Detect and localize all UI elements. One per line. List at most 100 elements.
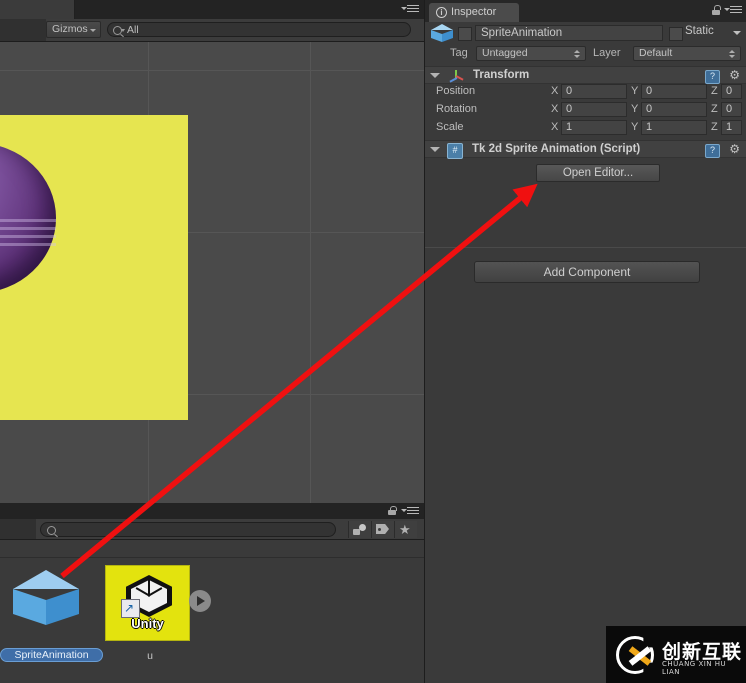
axis-y-label: Y — [631, 121, 639, 133]
row-label: Position — [436, 85, 476, 97]
star-icon: ★ — [399, 522, 411, 537]
watermark: 创新互联 CHUANG XIN HU LIAN — [606, 626, 746, 683]
left-column: Gizmos All ★ SpriteAnimation ↗ Unity u — [0, 0, 424, 683]
static-dropdown-chevron-down-icon[interactable] — [733, 31, 741, 35]
tag-label: Tag — [450, 47, 468, 59]
divider — [425, 247, 746, 248]
unity-editor-window: Gizmos All ★ SpriteAnimation ↗ Unity u i… — [0, 0, 746, 683]
preview-play-button[interactable] — [189, 590, 211, 612]
hamburger-menu-icon — [407, 507, 419, 516]
rotation-x-input[interactable]: 0 — [561, 102, 627, 117]
rotation-z-input[interactable]: 0 — [721, 102, 742, 117]
position-z-input[interactable]: 0 — [721, 84, 742, 99]
updown-chevron-icon — [574, 50, 581, 58]
axis-z-label: Z — [711, 85, 718, 97]
info-icon: i — [436, 7, 447, 18]
gameobject-active-checkbox[interactable] — [458, 27, 472, 41]
open-editor-button[interactable]: Open Editor... — [536, 164, 660, 182]
watermark-logo-icon — [616, 636, 654, 674]
row-label: Scale — [436, 121, 464, 133]
rotation-y-input[interactable]: 0 — [641, 102, 707, 117]
gear-icon[interactable]: ⚙ — [729, 69, 740, 82]
scene-search-input[interactable]: All — [107, 22, 411, 37]
position-y-input[interactable]: 0 — [641, 84, 707, 99]
tag-icon — [376, 524, 389, 534]
axis-x-label: X — [551, 85, 559, 97]
lock-icon[interactable] — [388, 506, 397, 515]
axis-z-label: Z — [711, 103, 718, 115]
project-toolbar-left-pad — [0, 519, 36, 539]
component-header-transform[interactable]: Transform ? ⚙ — [425, 66, 746, 84]
tab-inspector[interactable]: i Inspector — [429, 3, 519, 22]
project-panel-menu-button[interactable] — [399, 505, 421, 517]
filter-by-label-button[interactable] — [371, 521, 394, 538]
project-contents[interactable]: SpriteAnimation ↗ Unity u — [0, 540, 424, 683]
static-checkbox[interactable] — [669, 27, 683, 41]
asset-label[interactable]: u — [105, 650, 195, 662]
scale-y-input[interactable]: 1 — [641, 120, 707, 135]
add-component-button[interactable]: Add Component — [474, 261, 700, 283]
scene-search-value: All — [127, 24, 139, 36]
axis-x-label: X — [551, 103, 559, 115]
inspector-menu-button[interactable] — [722, 4, 744, 16]
transform-rotation-row: Rotation X 0 Y 0 Z 0 — [425, 102, 746, 119]
favorites-button[interactable]: ★ — [394, 521, 417, 538]
project-search-input[interactable] — [40, 522, 336, 537]
project-breadcrumb — [0, 540, 424, 558]
static-label: Static — [685, 25, 714, 37]
layer-label: Layer — [593, 47, 621, 59]
chevron-down-icon — [90, 29, 96, 32]
asset-label[interactable]: SpriteAnimation — [0, 648, 103, 662]
inspector-panel: i Inspector SpriteAnimation Static Tag U… — [424, 0, 746, 683]
help-icon[interactable]: ? — [705, 144, 720, 158]
chevron-down-icon — [121, 29, 125, 32]
script-icon: # — [447, 143, 463, 159]
watermark-pinyin-text: CHUANG XIN HU LIAN — [662, 660, 727, 676]
scene-viewport[interactable]: roid — [0, 42, 424, 503]
filter-by-type-button[interactable] — [348, 521, 371, 538]
scale-x-input[interactable]: 1 — [561, 120, 627, 135]
play-icon — [197, 596, 205, 606]
transform-scale-row: Scale X 1 Y 1 Z 1 — [425, 120, 746, 137]
scale-z-input[interactable]: 1 — [721, 120, 742, 135]
transform-position-row: Position X 0 Y 0 Z 0 — [425, 84, 746, 101]
scene-toolbar-left-pad — [0, 19, 46, 41]
type-filter-icon — [353, 524, 366, 535]
scene-tab[interactable] — [0, 0, 75, 19]
layer-value: Default — [639, 47, 673, 59]
prefab-cube-icon — [13, 570, 79, 636]
hamburger-menu-icon — [407, 5, 419, 14]
foldout-triangle-icon[interactable] — [430, 147, 440, 152]
unity-thumbnail: ↗ Unity — [105, 565, 190, 641]
grid-line-vertical — [310, 42, 311, 503]
axis-y-label: Y — [631, 85, 639, 97]
lock-icon[interactable] — [712, 5, 721, 15]
gizmos-label: Gizmos — [52, 23, 88, 35]
foldout-triangle-icon[interactable] — [430, 73, 440, 78]
scene-panel-menu-button[interactable] — [399, 3, 421, 16]
gameobject-cube-icon — [431, 23, 453, 43]
updown-chevron-icon — [729, 50, 736, 58]
gear-icon[interactable]: ⚙ — [729, 143, 740, 156]
gizmos-dropdown[interactable]: Gizmos — [46, 21, 101, 38]
component-header-tk2d-sprite-animation[interactable]: # Tk 2d Sprite Animation (Script) ? ⚙ — [425, 140, 746, 159]
layer-dropdown[interactable]: Default — [633, 46, 741, 61]
axis-y-label: Y — [631, 103, 639, 115]
search-icon — [47, 526, 56, 535]
inspector-empty-area — [425, 296, 746, 683]
project-panel-tabstrip — [0, 503, 424, 519]
component-title: Tk 2d Sprite Animation (Script) — [472, 143, 641, 155]
help-icon[interactable]: ? — [705, 70, 720, 84]
position-x-input[interactable]: 0 — [561, 84, 627, 99]
transform-axes-icon — [449, 69, 464, 83]
tag-layer-row: Tag Untagged Layer Default — [425, 45, 746, 65]
project-toolbar: ★ — [0, 519, 424, 540]
sprite-ellipse — [0, 143, 56, 293]
gameobject-name-input[interactable]: SpriteAnimation — [475, 25, 663, 41]
axis-x-label: X — [551, 121, 559, 133]
unity-thumbnail-label: Unity — [131, 616, 164, 631]
tag-value: Untagged — [482, 47, 528, 59]
sprite-quad[interactable]: roid — [0, 115, 188, 420]
tag-dropdown[interactable]: Untagged — [476, 46, 586, 61]
axis-z-label: Z — [711, 121, 718, 133]
